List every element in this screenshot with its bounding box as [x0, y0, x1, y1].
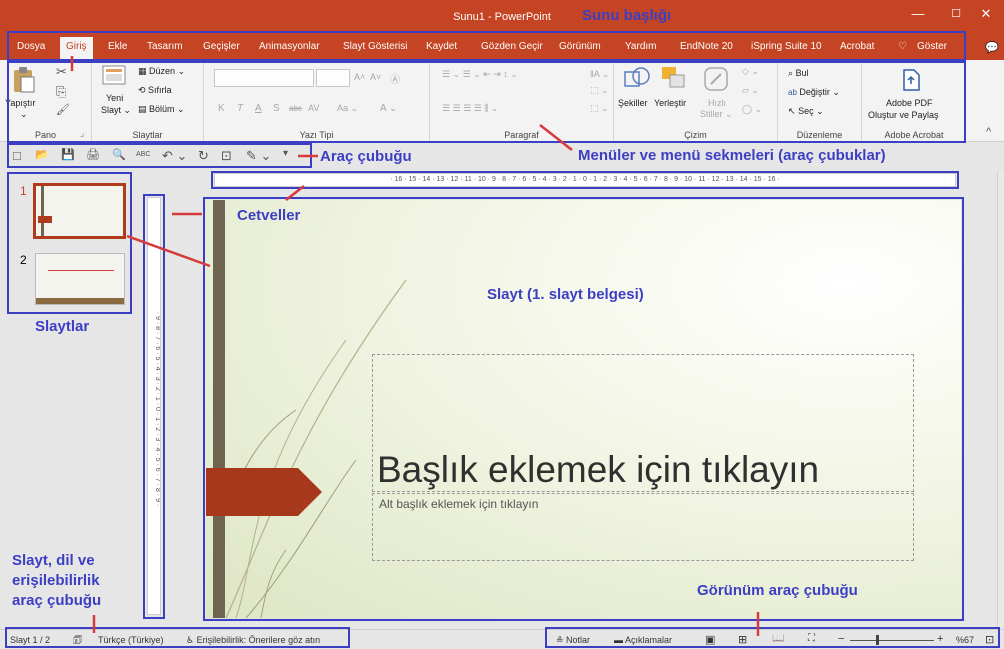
- annotation-view-toolbar: Görünüm araç çubuğu: [697, 582, 858, 599]
- annotation-status-line-3: araç çubuğu: [12, 592, 102, 609]
- title-bar: Sunu1 - PowerPoint — ☐ ✕: [0, 0, 1004, 34]
- annotation-menus: Menüler ve menü sekmeleri (araç çubuklar…: [578, 147, 886, 164]
- annotation-box-hruler: [211, 171, 959, 189]
- collapse-ribbon-icon[interactable]: ^: [986, 126, 991, 138]
- annotation-toolbar: Araç çubuğu: [320, 148, 412, 165]
- window-title: Sunu1 - PowerPoint: [453, 11, 551, 23]
- annotation-box-thumbnails: [7, 172, 132, 314]
- annotation-box-menu-tabs: [7, 31, 966, 61]
- annotation-slide: Slayt (1. slayt belgesi): [487, 286, 644, 303]
- powerpoint-window: Sunu1 - PowerPoint — ☐ ✕ Dosya Giriş Ekl…: [0, 0, 1004, 649]
- close-icon[interactable]: ✕: [976, 6, 996, 22]
- maximize-icon[interactable]: ☐: [946, 6, 966, 22]
- annotation-box-toolbar: [7, 143, 312, 168]
- minimize-icon[interactable]: —: [908, 6, 928, 22]
- annotation-box-status-left: [5, 627, 350, 648]
- annotation-status-line-1: Slayt, dil ve: [12, 552, 95, 569]
- annotation-box-ribbon: [7, 61, 966, 143]
- annotation-rulers: Cetveller: [237, 207, 301, 224]
- vertical-scrollbar[interactable]: [997, 172, 1004, 627]
- comment-icon[interactable]: 💬: [985, 41, 999, 54]
- annotation-slides: Slaytlar: [35, 318, 90, 335]
- annotation-title-bar: Sunu başlığı: [582, 7, 672, 24]
- annotation-status-line-2: erişilebilirlik: [12, 572, 100, 589]
- annotation-box-vruler: [143, 194, 165, 619]
- annotation-box-status-right: [545, 627, 1000, 648]
- annotation-box-slide: [203, 197, 964, 621]
